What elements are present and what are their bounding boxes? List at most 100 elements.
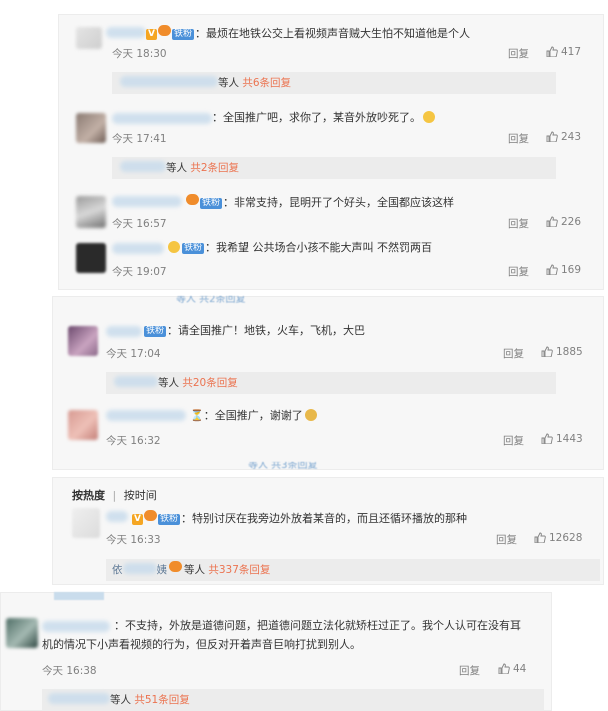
level-badge: [169, 561, 182, 572]
vip-badge: V: [146, 29, 157, 40]
subreply-username[interactable]: 依: [112, 564, 123, 576]
like-count: 417: [561, 46, 582, 58]
comment-text: 铁粉 ：我希望 公共场合小孩不能大声叫 不然罚两百: [168, 241, 432, 255]
subreply-count-link[interactable]: 共6条回复: [242, 77, 291, 89]
cutoff-subreply: [54, 592, 104, 600]
like-button[interactable]: 243: [546, 131, 581, 143]
level-badge: [144, 510, 157, 521]
fan-badge: 铁粉: [172, 29, 195, 40]
username[interactable]: [106, 410, 186, 421]
comment-text: ：全国推广吧，求你了，某音外放吵死了。: [212, 111, 435, 125]
username[interactable]: [122, 563, 157, 574]
like-count: 12628: [549, 532, 583, 544]
subreply-count-link[interactable]: 共20条回复: [182, 377, 237, 389]
tab-sort-time[interactable]: 按时间: [124, 489, 157, 502]
avatar[interactable]: [72, 508, 100, 538]
vip-badge: V: [132, 514, 143, 525]
like-count: 1885: [556, 346, 583, 358]
avatar[interactable]: [68, 410, 98, 440]
username[interactable]: [112, 113, 212, 124]
subreply-username-end[interactable]: 姨: [157, 564, 168, 576]
like-count: 169: [561, 264, 582, 276]
like-count: 44: [513, 663, 527, 675]
comment-body: ：请全国推广！地铁，火车，飞机，大巴: [167, 324, 366, 337]
comment-text: 铁粉 ：请全国推广！地铁，火车，飞机，大巴: [144, 324, 365, 338]
thumbs-up-icon: [546, 131, 558, 143]
like-count: 226: [561, 216, 582, 228]
comment-body: ：全国推广，谢谢了: [203, 409, 303, 422]
sort-tabs: 按热度 | 按时间: [72, 487, 157, 503]
thumbs-up-icon: [541, 346, 553, 358]
subreply-bar[interactable]: 等人 共51条回复: [42, 689, 544, 711]
reply-button[interactable]: 回复: [508, 216, 529, 231]
username[interactable]: [48, 693, 110, 704]
comment-time: 今天 18:30: [112, 48, 167, 60]
username[interactable]: [42, 621, 110, 632]
username[interactable]: [106, 326, 142, 337]
emoji-icon: [168, 241, 180, 253]
username[interactable]: [120, 161, 166, 172]
reply-button[interactable]: 回复: [503, 433, 524, 448]
comment-body: ：我希望 公共场合小孩不能大声叫 不然罚两百: [205, 241, 433, 254]
comment-text: V 铁粉 ：最烦在地铁公交上看视频声音贼大生怕不知道他是个人: [146, 25, 470, 41]
reply-button[interactable]: 回复: [508, 46, 529, 61]
tab-sort-hot[interactable]: 按热度: [72, 489, 105, 502]
like-button[interactable]: 44: [498, 663, 526, 675]
subreply-bar[interactable]: 等人 共2条回复: [112, 157, 556, 179]
cutoff-subreply: 等人 共2条回复: [176, 296, 246, 304]
level-badge: [186, 194, 199, 205]
reply-button[interactable]: 回复: [508, 131, 529, 146]
like-button[interactable]: 1885: [541, 346, 583, 358]
avatar[interactable]: [6, 618, 38, 648]
avatar[interactable]: [76, 27, 102, 49]
reply-button[interactable]: 回复: [496, 532, 517, 547]
thumbs-up-icon: [534, 532, 546, 544]
avatar[interactable]: [68, 326, 98, 356]
avatar[interactable]: [76, 196, 106, 228]
username[interactable]: [112, 196, 182, 207]
like-button[interactable]: 1443: [541, 433, 583, 445]
subreply-bar[interactable]: 依 姨 等人 共337条回复: [106, 559, 600, 581]
comment-text: 铁粉 ：非常支持，昆明开了个好头，全国都应该这样: [186, 194, 454, 210]
crying-emoji-icon: [423, 111, 435, 123]
comment-time: 今天 19:07: [112, 266, 167, 278]
like-button[interactable]: 226: [546, 216, 581, 228]
comment-text-line2: 机的情况下小声看视频的行为，但反对开着声音巨响打扰到别人。: [42, 638, 361, 652]
reply-button[interactable]: 回复: [503, 346, 524, 361]
reply-button[interactable]: 回复: [508, 264, 529, 279]
comment-body: ：特别讨厌在我旁边外放着某音的，而且还循环播放的那种: [181, 512, 468, 525]
comment-text: V 铁粉 ：特别讨厌在我旁边外放着某音的，而且还循环播放的那种: [132, 510, 467, 526]
like-button[interactable]: 417: [546, 46, 581, 58]
subreply-prefix: 等人: [184, 564, 209, 576]
subreply-bar[interactable]: 等人 共6条回复: [112, 72, 556, 94]
fan-badge: 铁粉: [158, 514, 181, 525]
username[interactable]: [106, 511, 128, 522]
comment-time: 今天 16:57: [112, 218, 167, 230]
username[interactable]: [112, 243, 164, 254]
subreply-prefix: 等人: [218, 77, 243, 89]
like-button[interactable]: 12628: [534, 532, 582, 544]
comment-time: 今天 17:04: [106, 348, 161, 360]
like-button[interactable]: 169: [546, 264, 581, 276]
username[interactable]: [114, 376, 158, 387]
fan-badge: 铁粉: [144, 326, 167, 337]
comment-time: 今天 16:38: [42, 665, 97, 677]
avatar[interactable]: [76, 113, 106, 143]
subreply-count-link[interactable]: 共337条回复: [208, 564, 270, 576]
like-count: 1443: [556, 433, 583, 445]
comment-time: 今天 16:32: [106, 435, 161, 447]
hourglass-icon: ⏳: [190, 409, 204, 422]
subreply-prefix: 等人: [110, 694, 135, 706]
subreply-prefix: 等人: [166, 162, 191, 174]
reply-button[interactable]: 回复: [459, 663, 480, 678]
subreply-bar[interactable]: 等人 共20条回复: [106, 372, 556, 394]
thumbs-up-icon: [546, 216, 558, 228]
username[interactable]: [106, 27, 146, 38]
subreply-count-link[interactable]: 共2条回复: [190, 162, 239, 174]
subreply-count-link[interactable]: 共51条回复: [134, 694, 189, 706]
username[interactable]: [120, 76, 218, 87]
avatar[interactable]: [76, 243, 106, 273]
fan-badge: 铁粉: [200, 198, 223, 209]
tab-separator: |: [112, 489, 117, 502]
comment-body: ：非常支持，昆明开了个好头，全国都应该这样: [223, 196, 455, 209]
